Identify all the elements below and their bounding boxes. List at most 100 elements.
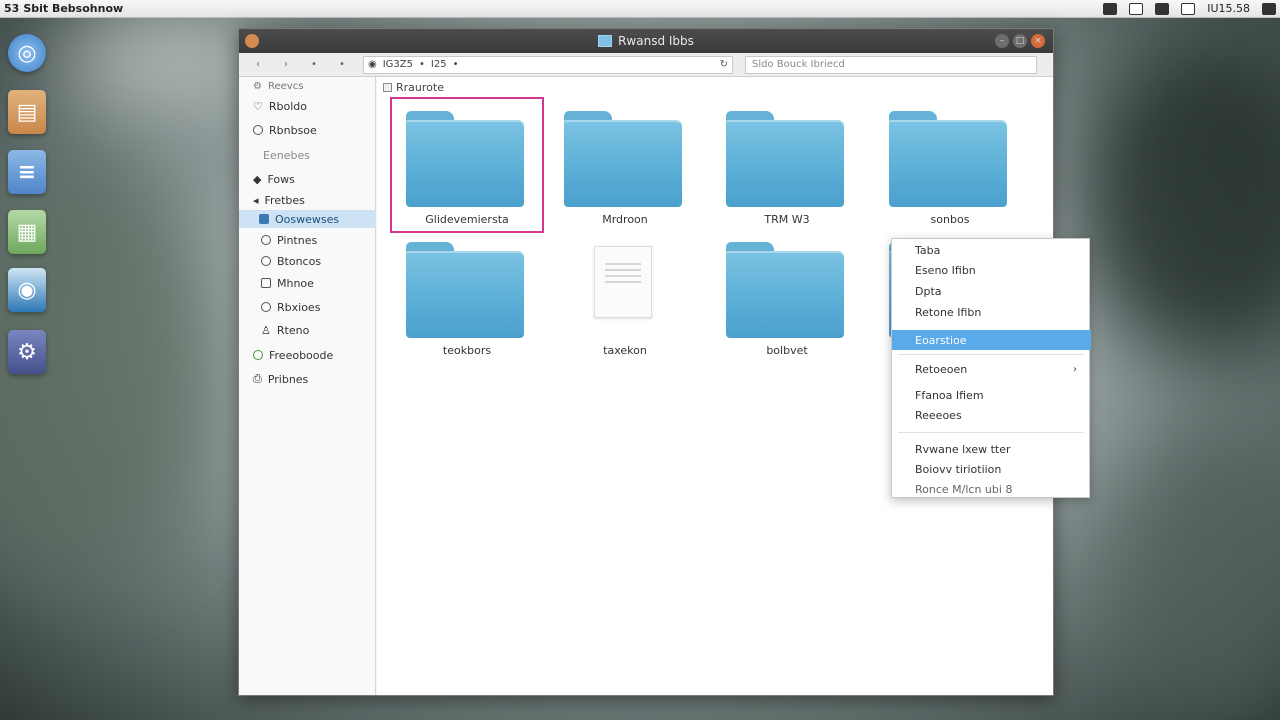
folder-icon bbox=[726, 111, 844, 207]
back-button[interactable]: ‹ bbox=[247, 57, 269, 73]
file-item[interactable]: taxekon bbox=[550, 230, 700, 362]
titlebar[interactable]: Rwansd Ibbs – □ × bbox=[239, 29, 1053, 53]
menu-item-ronce[interactable]: Ronce M/lcn ubi 8 bbox=[892, 479, 1091, 499]
menu-separator bbox=[898, 432, 1084, 433]
sidebar-item-ooswewses[interactable]: Ooswewses bbox=[239, 210, 376, 228]
breadcrumb-folder-icon bbox=[383, 83, 392, 92]
sidebar-item-fretbes[interactable]: ◂ Fretbes bbox=[239, 191, 376, 209]
sidebar-item-eenebes[interactable]: Eenebes bbox=[239, 146, 376, 164]
folder-icon bbox=[259, 214, 269, 224]
search-placeholder: Sldo Bouck Ibriecd bbox=[752, 59, 845, 70]
menu-item-label: Reeeoes bbox=[915, 408, 962, 422]
folder-item[interactable]: Mrdroon bbox=[550, 99, 700, 231]
sidebar-item-label: Rbnbsoe bbox=[269, 123, 317, 137]
menu-item-rvwane-lxew-tter[interactable]: Rvwane lxew tter bbox=[892, 439, 1091, 459]
active-app-title[interactable]: Sbit Bebsohnow bbox=[23, 2, 123, 15]
menu-item-label: Boiovv tiriotiion bbox=[915, 462, 1002, 476]
sidebar-item-rbxioes[interactable]: Rbxioes bbox=[239, 298, 376, 316]
minimize-icon[interactable]: – bbox=[995, 34, 1009, 48]
item-label: bolbvet bbox=[766, 344, 808, 357]
close-icon[interactable]: × bbox=[1031, 34, 1045, 48]
sidebar-item-mhnoe[interactable]: Mhnoe bbox=[239, 274, 376, 292]
forward-button[interactable]: › bbox=[275, 57, 297, 73]
volume-icon[interactable] bbox=[1181, 2, 1196, 15]
sidebar-item-rbnbsoe[interactable]: Rbnbsoe bbox=[239, 121, 376, 139]
folder-item[interactable]: bolbvet bbox=[712, 230, 862, 362]
spreadsheet-icon[interactable]: ▦ bbox=[8, 210, 46, 254]
printer-icon: ⎙ bbox=[253, 372, 262, 385]
folder-item[interactable]: Glidevemiersta bbox=[390, 97, 544, 233]
menu-item-label: Taba bbox=[915, 243, 941, 257]
top-panel: 53 Sbit Bebsohnow IU15.58 bbox=[0, 0, 1280, 18]
clock-icon bbox=[253, 125, 263, 135]
folder-item[interactable]: teokbors bbox=[392, 230, 542, 362]
settings-icon[interactable]: ⚙ bbox=[8, 330, 46, 374]
item-label: Glidevemiersta bbox=[425, 213, 509, 226]
sidebar-item-label: Fows bbox=[267, 172, 295, 186]
sidebar-header-icon: ⚙ bbox=[253, 80, 262, 92]
sidebar-item-label: Pribnes bbox=[267, 372, 309, 386]
disc-icon[interactable]: ◉ bbox=[8, 268, 46, 312]
document-icon[interactable]: ≡ bbox=[8, 150, 46, 194]
location-num: I25 bbox=[430, 59, 447, 70]
menu-item-retoeoen[interactable]: Retoeoen › bbox=[892, 359, 1091, 379]
app-menu-icon[interactable] bbox=[245, 34, 259, 48]
sidebar-item-label: Mhnoe bbox=[277, 276, 314, 290]
menu-item-label: Rvwane lxew tter bbox=[915, 442, 1011, 456]
menu-item-ffanoa-ifiem[interactable]: Ffanoa Ifiem bbox=[892, 385, 1091, 405]
folder-item[interactable]: TRM W3 bbox=[712, 99, 862, 231]
battery-icon[interactable] bbox=[1129, 2, 1144, 15]
panel-tray: IU15.58 bbox=[1103, 2, 1276, 15]
clock[interactable]: IU15.58 bbox=[1207, 2, 1250, 15]
item-label: sonbos bbox=[930, 213, 970, 226]
menu-item-eseno-ifibn[interactable]: Eseno Ifibn bbox=[892, 260, 1091, 280]
breadcrumb[interactable]: Rraurote bbox=[383, 81, 444, 94]
location-drive-icon: ◉ bbox=[368, 59, 377, 70]
location-extra: • bbox=[452, 59, 459, 70]
reload-icon[interactable]: ↻ bbox=[720, 59, 728, 70]
sidebar-item-label: Eenebes bbox=[263, 148, 310, 162]
sidebar-item-label: Freeoboode bbox=[269, 348, 334, 362]
network-icon[interactable] bbox=[1103, 2, 1118, 15]
menu-item-label: Eseno Ifibn bbox=[915, 263, 976, 277]
folder-item[interactable]: sonbos bbox=[875, 99, 1025, 231]
network-place-icon bbox=[253, 350, 263, 360]
item-label: taxekon bbox=[603, 344, 647, 357]
location-bar[interactable]: ◉ IG3Z5 • I25 • ↻ bbox=[363, 55, 733, 74]
menu-item-eoarstioe[interactable]: Eoarstioe bbox=[892, 330, 1091, 350]
document-icon bbox=[594, 246, 652, 318]
search-input[interactable]: Sldo Bouck Ibriecd bbox=[745, 55, 1037, 74]
sidebar-item-pribnes[interactable]: ⎙ Pribnes bbox=[239, 370, 376, 388]
sidebar-item-pintnes[interactable]: Pintnes bbox=[239, 231, 376, 249]
sidebar-item-btoncos[interactable]: Btoncos bbox=[239, 252, 376, 270]
sidebar-item-label: Fretbes bbox=[264, 193, 305, 207]
sidebar-item-fows[interactable]: ◆ Fows bbox=[239, 170, 376, 188]
trash-icon: ♙ bbox=[261, 323, 271, 337]
menu-separator bbox=[898, 354, 1084, 355]
menu-item-reeeoes[interactable]: Reeeoes bbox=[892, 405, 1091, 425]
archive-icon[interactable]: ▤ bbox=[8, 90, 46, 134]
browser-icon[interactable]: ◎ bbox=[8, 34, 46, 72]
menu-item-dpta[interactable]: Dpta bbox=[892, 281, 1091, 301]
location-prefix: IG3Z5 bbox=[382, 59, 414, 70]
menu-item-label: Ronce M/lcn ubi 8 bbox=[915, 482, 1013, 496]
sidebar-item-rteno[interactable]: ♙ Rteno bbox=[239, 321, 376, 339]
menu-item-taba[interactable]: Taba bbox=[892, 240, 1091, 260]
home-button[interactable]: • bbox=[331, 57, 353, 73]
menu-item-retone-ifibn[interactable]: Retone Ifibn bbox=[892, 302, 1091, 322]
folder-title-icon bbox=[598, 35, 613, 47]
item-label: teokbors bbox=[442, 344, 492, 357]
sidebar-item-freeoboode[interactable]: Freeoboode bbox=[239, 346, 376, 364]
sidebar-item-rboldo[interactable]: ♡ Rboldo bbox=[239, 97, 376, 115]
up-button[interactable]: • bbox=[303, 57, 325, 73]
maximize-icon[interactable]: □ bbox=[1013, 34, 1027, 48]
power-icon[interactable] bbox=[1262, 2, 1276, 15]
panel-prefix: 53 bbox=[4, 2, 20, 15]
window-title: Rwansd Ibbs bbox=[618, 34, 694, 48]
heart-icon: ♡ bbox=[253, 99, 263, 113]
monitor-icon bbox=[261, 278, 271, 288]
folder-icon bbox=[406, 111, 524, 207]
mail-icon[interactable] bbox=[1155, 2, 1170, 15]
item-label: TRM W3 bbox=[764, 213, 810, 226]
menu-item-boiovv-tiriotiion[interactable]: Boiovv tiriotiion bbox=[892, 459, 1091, 479]
